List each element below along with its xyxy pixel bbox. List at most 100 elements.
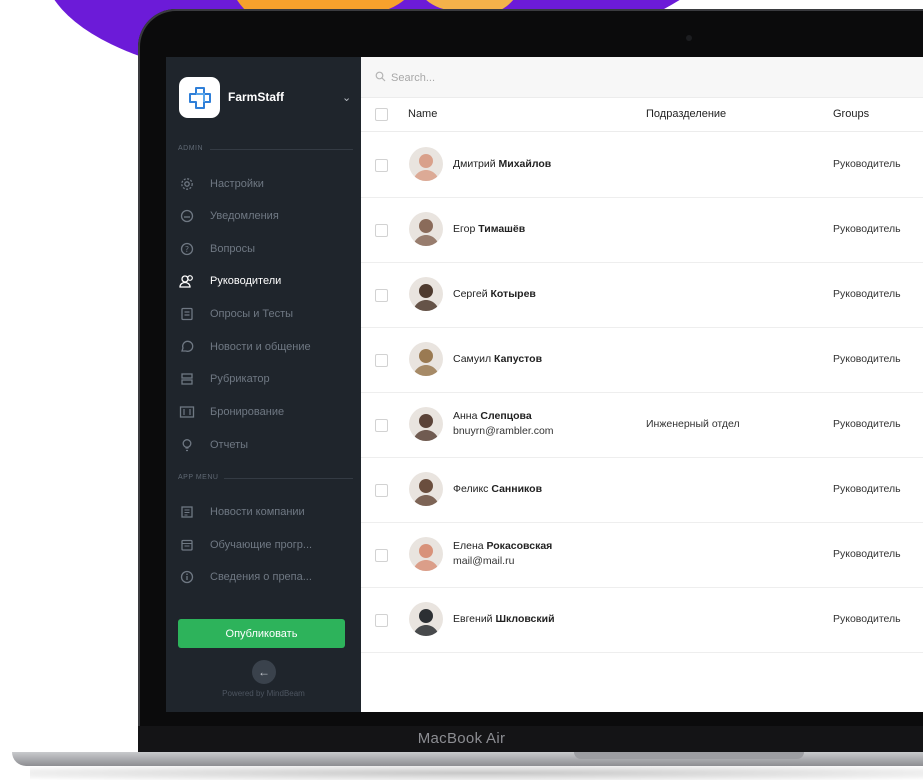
sidebar-item-rubricator[interactable]: Рубрикатор bbox=[178, 366, 353, 392]
person-email: mail@mail.ru bbox=[453, 555, 515, 567]
avatar bbox=[409, 342, 443, 376]
sidebar-item-label: Отчеты bbox=[210, 439, 249, 451]
person-group: Руководитель bbox=[833, 483, 901, 495]
row-checkbox[interactable] bbox=[375, 224, 388, 237]
person-group: Руководитель bbox=[833, 613, 901, 625]
person-name[interactable]: Дмитрий Михайлов bbox=[453, 158, 551, 170]
rubric-icon bbox=[178, 370, 196, 388]
collapse-sidebar-button[interactable]: ← bbox=[252, 660, 276, 684]
first-name: Евгений bbox=[453, 613, 493, 625]
person-name[interactable]: Сергей Котырев bbox=[453, 288, 536, 300]
sidebar-item-booking[interactable]: Бронирование bbox=[178, 399, 353, 425]
person-name[interactable]: Феликс Санников bbox=[453, 483, 542, 495]
calendar-icon bbox=[178, 536, 196, 554]
avatar bbox=[409, 537, 443, 571]
powered-by: Powered by MindBeam bbox=[222, 689, 305, 698]
select-all-checkbox[interactable] bbox=[375, 108, 388, 121]
row-checkbox[interactable] bbox=[375, 419, 388, 432]
app-name: FarmStaff bbox=[228, 90, 285, 104]
sidebar-item-label: Опросы и Тесты bbox=[210, 308, 294, 320]
avatar bbox=[409, 147, 443, 181]
table-row[interactable]: Анна Слепцова bnuyrn@rambler.com Инженерны… bbox=[361, 392, 923, 458]
section-admin: ADMIN bbox=[178, 145, 204, 152]
sidebar-item-questions[interactable]: ? Вопросы bbox=[178, 236, 353, 262]
first-name: Дмитрий bbox=[453, 158, 496, 170]
search-icon bbox=[375, 69, 386, 87]
divider bbox=[224, 478, 353, 479]
row-checkbox[interactable] bbox=[375, 549, 388, 562]
last-name: Тимашёв bbox=[478, 223, 526, 235]
section-app-menu: APP MENU bbox=[178, 474, 219, 481]
sidebar-item-settings[interactable]: Настройки bbox=[178, 171, 353, 197]
first-name: Егор bbox=[453, 223, 476, 235]
person-name[interactable]: Самуил Капустов bbox=[453, 353, 542, 365]
row-checkbox[interactable] bbox=[375, 289, 388, 302]
last-name: Санников bbox=[491, 483, 543, 495]
sidebar-item-label: Уведомления bbox=[210, 210, 279, 222]
app-logo-icon bbox=[179, 77, 220, 118]
first-name: Феликс bbox=[453, 483, 489, 495]
chevron-down-icon: ⌄ bbox=[342, 92, 352, 104]
person-name[interactable]: Евгений Шкловский bbox=[453, 613, 555, 625]
row-checkbox[interactable] bbox=[375, 159, 388, 172]
search-bar bbox=[361, 57, 923, 98]
divider bbox=[210, 149, 353, 150]
first-name: Анна bbox=[453, 410, 478, 422]
users-icon bbox=[178, 272, 196, 290]
sidebar-item-managers[interactable]: Руководители bbox=[178, 268, 353, 294]
first-name: Елена bbox=[453, 540, 484, 552]
sidebar-item-training[interactable]: Обучающие прогр... bbox=[178, 532, 353, 558]
booking-icon bbox=[178, 403, 196, 421]
publish-button[interactable]: Опубликовать bbox=[178, 619, 345, 648]
laptop-shadow bbox=[30, 766, 923, 780]
person-group: Руководитель bbox=[833, 353, 901, 365]
table-row[interactable]: Сергей Котырев Руководитель bbox=[361, 262, 923, 328]
screen: FarmStaff ⌄ ADMIN Настройки Уведомления … bbox=[166, 57, 923, 712]
first-name: Самуил bbox=[453, 353, 492, 365]
table-row[interactable]: Елена Рокасовская mail@mail.ru Руководител… bbox=[361, 522, 923, 588]
sidebar-item-label: Обучающие прогр... bbox=[210, 539, 313, 551]
sidebar-item-label: Новости компании bbox=[210, 506, 305, 518]
column-header-department[interactable]: Подразделение bbox=[646, 108, 726, 120]
news-icon bbox=[178, 503, 196, 521]
last-name: Шкловский bbox=[495, 613, 555, 625]
sidebar-item-info[interactable]: Сведения о препа... bbox=[178, 564, 353, 590]
camera bbox=[686, 35, 692, 41]
app-switcher[interactable]: FarmStaff ⌄ bbox=[176, 75, 356, 123]
laptop-notch bbox=[574, 752, 804, 759]
sidebar-item-surveys[interactable]: Опросы и Тесты bbox=[178, 301, 353, 327]
device-label: MacBook Air bbox=[417, 730, 506, 747]
sidebar: FarmStaff ⌄ ADMIN Настройки Уведомления … bbox=[166, 57, 361, 712]
table-row[interactable]: Феликс Санников Руководитель bbox=[361, 457, 923, 523]
search-input[interactable] bbox=[389, 67, 693, 89]
person-group: Руководитель bbox=[833, 288, 901, 300]
column-header-groups[interactable]: Groups bbox=[833, 108, 869, 120]
table-row[interactable]: Дмитрий Михайлов Руководитель bbox=[361, 132, 923, 198]
row-checkbox[interactable] bbox=[375, 614, 388, 627]
sidebar-item-news[interactable]: Новости и общение bbox=[178, 334, 353, 360]
row-checkbox[interactable] bbox=[375, 484, 388, 497]
row-checkbox[interactable] bbox=[375, 354, 388, 367]
avatar bbox=[409, 602, 443, 636]
person-name[interactable]: Елена Рокасовская bbox=[453, 540, 552, 552]
table-row[interactable]: Егор Тимашёв Руководитель bbox=[361, 197, 923, 263]
sidebar-item-label: Вопросы bbox=[210, 243, 256, 255]
column-header-name[interactable]: Name bbox=[408, 108, 437, 120]
info-icon bbox=[178, 568, 196, 586]
avatar bbox=[409, 407, 443, 441]
sidebar-item-label: Руководители bbox=[210, 275, 282, 287]
table-row[interactable]: Евгений Шкловский Руководитель bbox=[361, 587, 923, 653]
person-department: Инженерный отдел bbox=[646, 418, 740, 430]
person-name[interactable]: Егор Тимашёв bbox=[453, 223, 525, 235]
sidebar-item-label: Рубрикатор bbox=[210, 373, 270, 385]
chat-icon bbox=[178, 338, 196, 356]
survey-icon bbox=[178, 305, 196, 323]
sidebar-item-notifications[interactable]: Уведомления bbox=[178, 203, 353, 229]
table-row[interactable]: Самуил Капустов Руководитель bbox=[361, 327, 923, 393]
sidebar-item-company-news[interactable]: Новости компании bbox=[178, 499, 353, 525]
avatar bbox=[409, 472, 443, 506]
arrow-left-icon: ← bbox=[258, 665, 270, 679]
person-name[interactable]: Анна Слепцова bbox=[453, 410, 532, 422]
sidebar-item-reports[interactable]: Отчеты bbox=[178, 432, 353, 458]
person-group: Руководитель bbox=[833, 158, 901, 170]
